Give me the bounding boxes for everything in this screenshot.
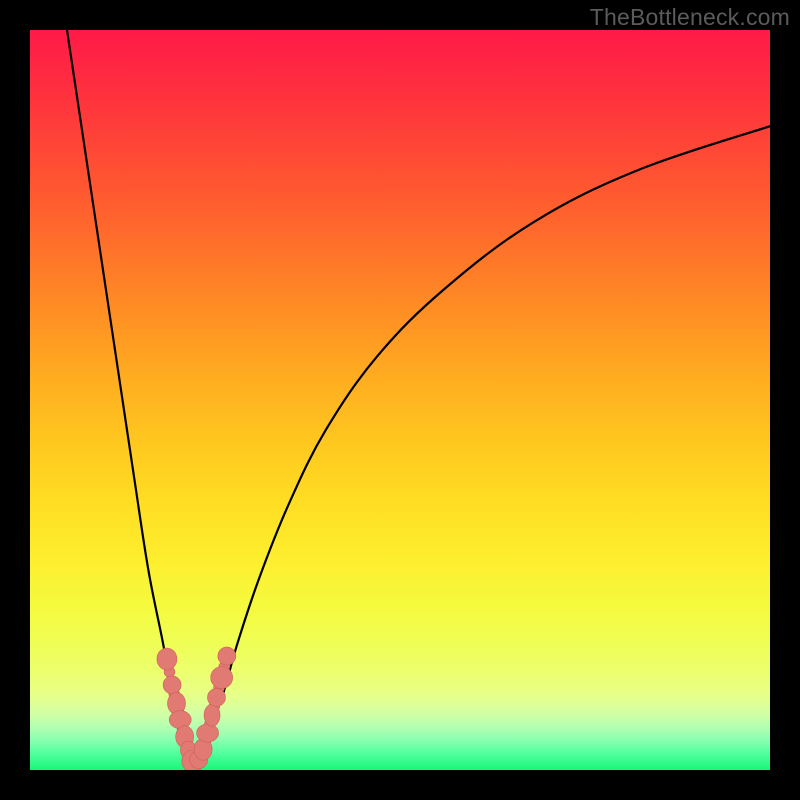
bead-marker [204,704,220,726]
bead-marker [169,711,191,729]
bead-marker [211,667,233,689]
bead-marker [218,647,236,665]
watermark-text: TheBottleneck.com [590,4,790,31]
bottleneck-curve-svg [30,30,770,770]
chart-frame: TheBottleneck.com [0,0,800,800]
plot-area [30,30,770,770]
bead-marker [163,676,181,694]
bead-marker [157,648,177,670]
right-branch-curve [193,126,770,766]
bead-marker [197,724,219,742]
bead-markers [157,647,236,770]
bead-marker [207,688,225,706]
